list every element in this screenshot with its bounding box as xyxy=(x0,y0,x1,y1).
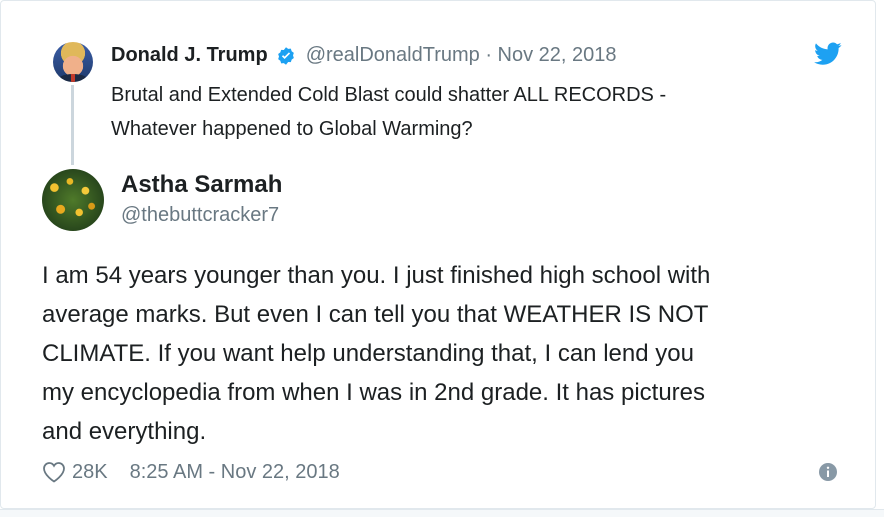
reply-author-avatar[interactable] xyxy=(42,169,104,231)
reply-tweet-text: I am 54 years younger than you. I just f… xyxy=(42,262,711,445)
reply-author-handle[interactable]: @thebuttcracker7 xyxy=(121,204,279,227)
quoted-tweet-text: Brutal and Extended Cold Blast could sha… xyxy=(111,84,667,140)
like-count[interactable]: 28K xyxy=(72,461,108,484)
heart-icon[interactable] xyxy=(42,461,66,483)
quoted-author-meta[interactable]: @realDonaldTrump · Nov 22, 2018 xyxy=(306,44,617,67)
tweet-card: Donald J. Trump @realDonaldTrump · Nov 2… xyxy=(0,0,876,509)
twitter-bird-icon[interactable] xyxy=(814,42,842,66)
avatar-tie xyxy=(71,74,75,82)
verified-badge-icon xyxy=(277,46,294,65)
quoted-author-name[interactable]: Donald J. Trump xyxy=(111,44,268,67)
quoted-author-header: Donald J. Trump @realDonaldTrump · Nov 2… xyxy=(111,44,617,67)
tweet-timestamp[interactable]: 8:25 AM - Nov 22, 2018 xyxy=(130,461,340,484)
reply-author-name[interactable]: Astha Sarmah xyxy=(121,171,282,199)
tweet-footer: 28K 8:25 AM - Nov 22, 2018 xyxy=(42,457,340,487)
info-icon[interactable] xyxy=(818,462,838,482)
quoted-author-avatar[interactable] xyxy=(53,42,93,82)
thread-connector-line xyxy=(71,85,74,165)
